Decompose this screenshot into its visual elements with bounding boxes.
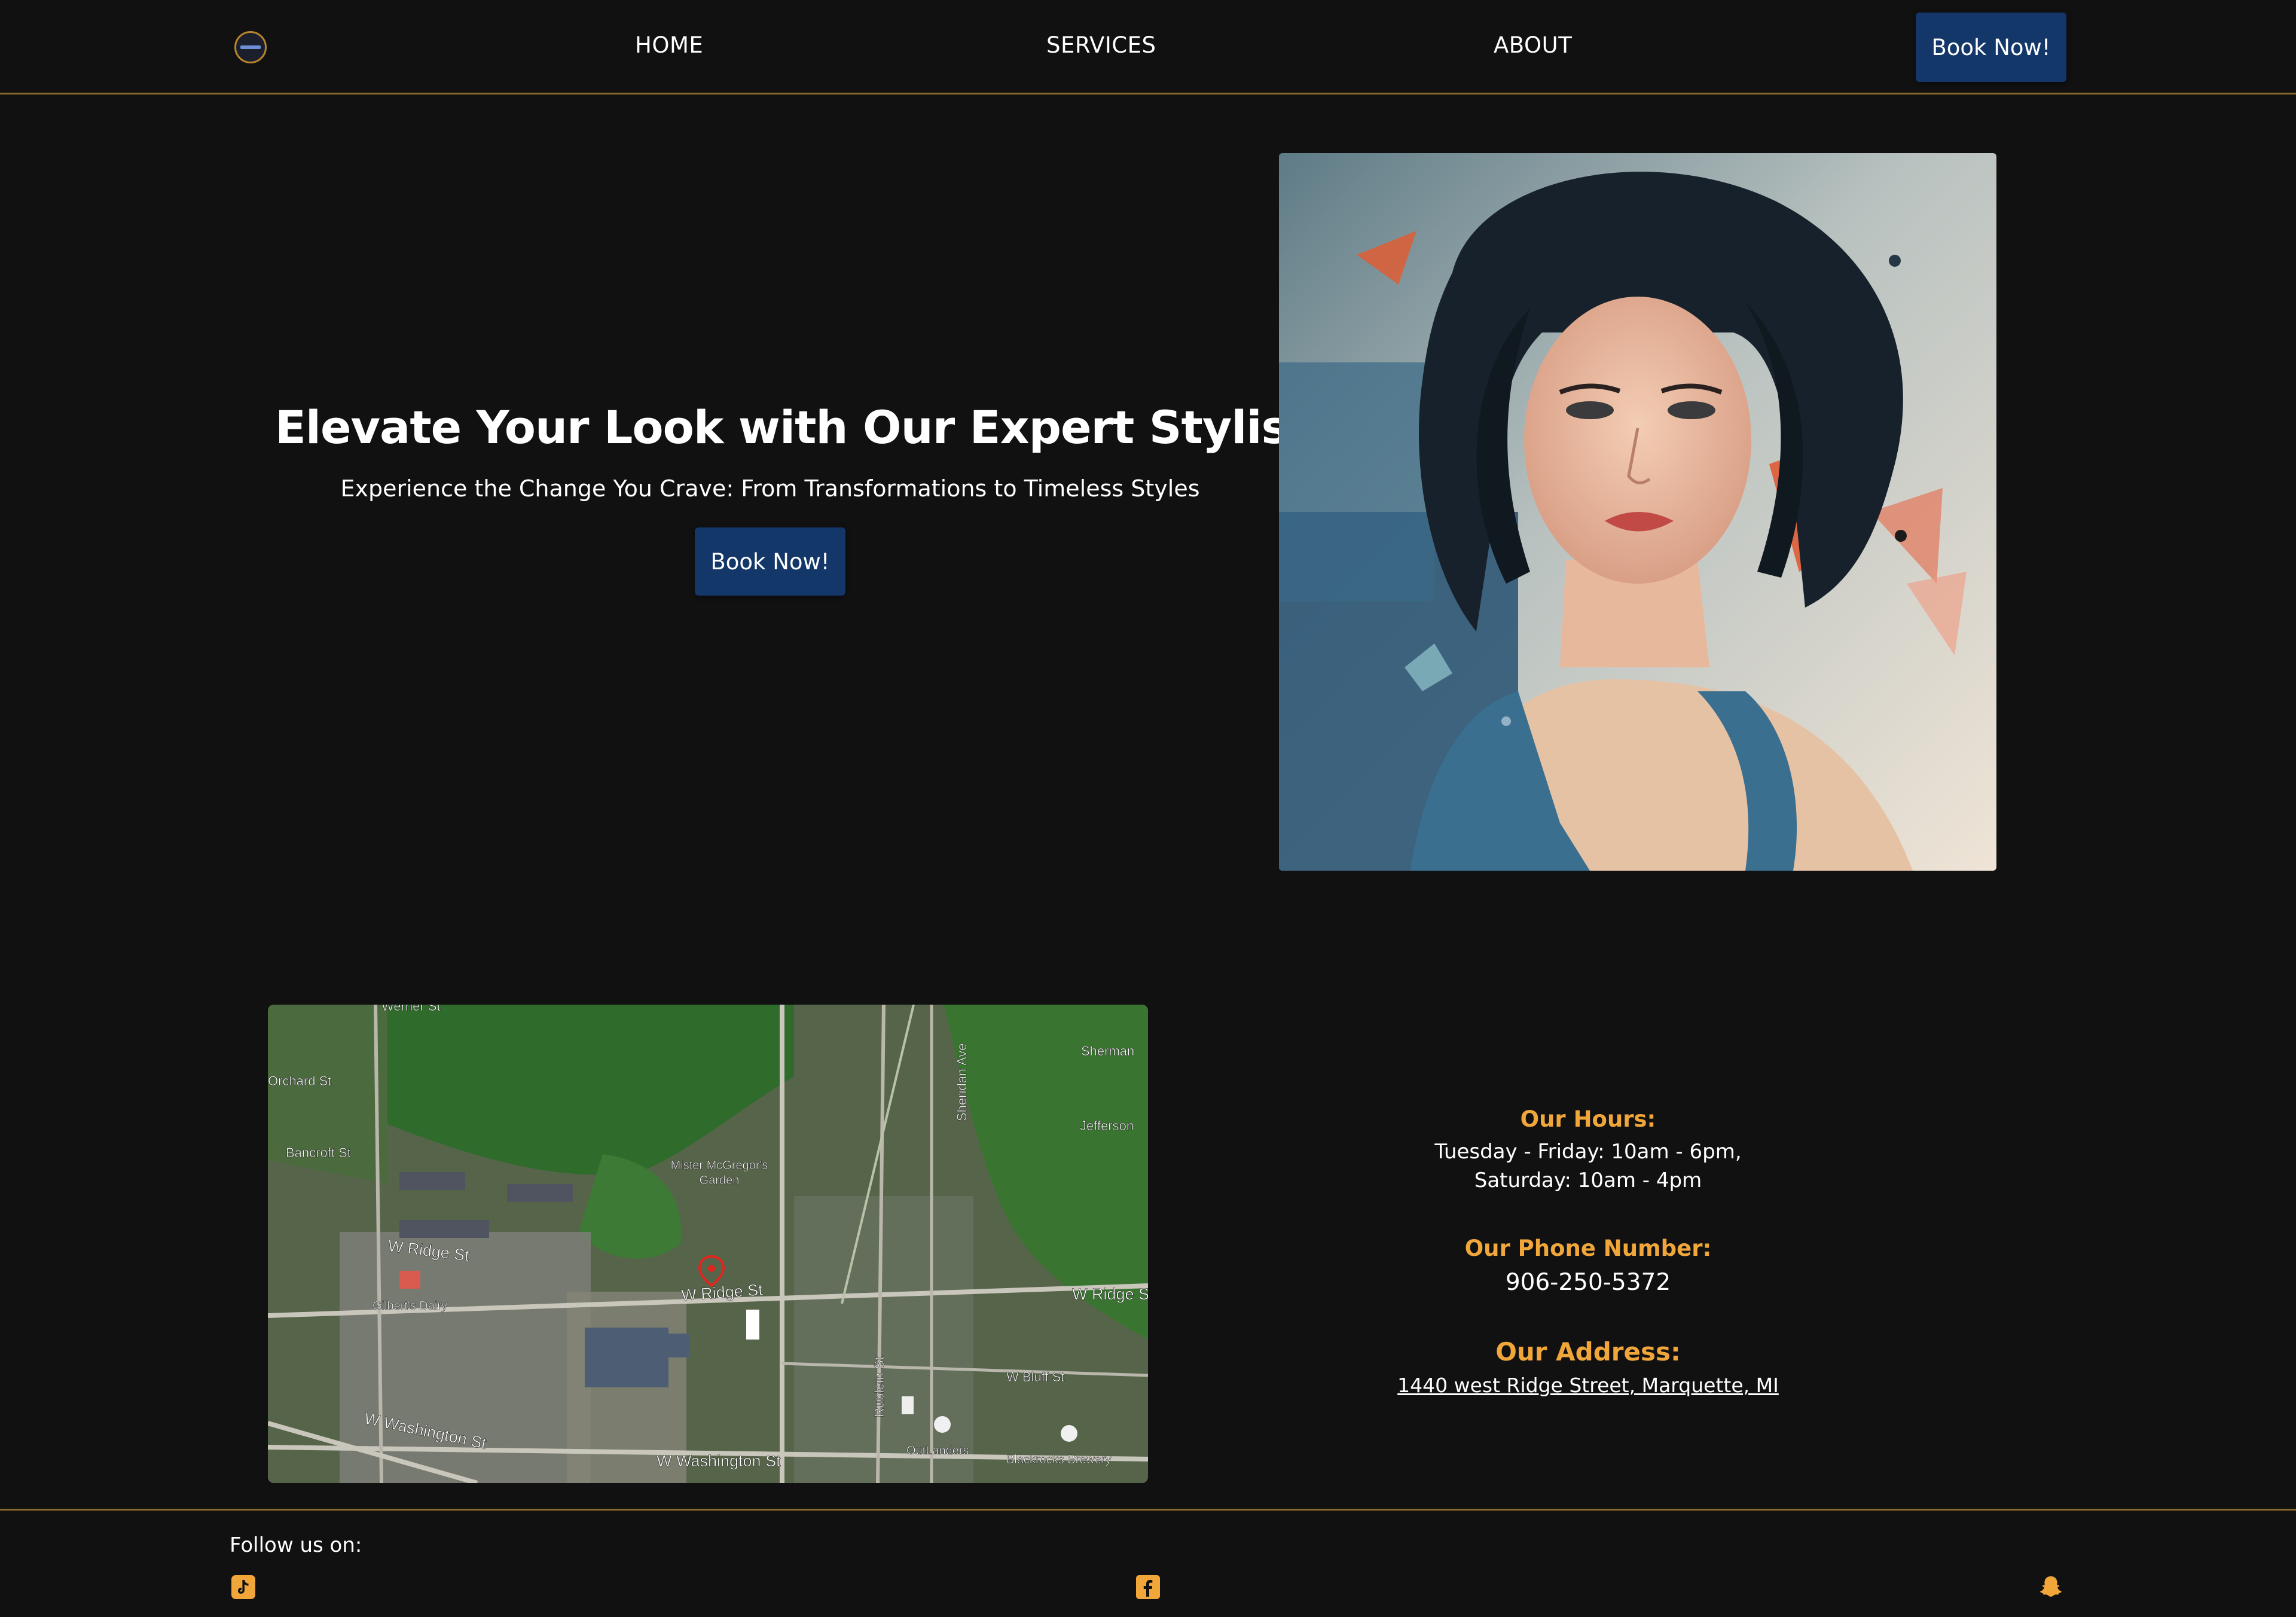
- header-book-now-button[interactable]: Book Now!: [1916, 13, 2066, 82]
- map-label-rublein: Rublein St: [872, 1356, 887, 1417]
- hero-portrait-image: [1279, 153, 1996, 871]
- site-footer: Follow us on:: [0, 1509, 2296, 1617]
- hero-title: Elevate Your Look with Our Expert Stylis…: [275, 401, 1336, 454]
- hero-subtitle: Experience the Change You Crave: From Tr…: [340, 475, 1200, 502]
- nav-home-link[interactable]: HOME: [635, 32, 703, 58]
- map-label-washington-2: W Washington St: [657, 1452, 781, 1470]
- map-label-werner: Werner St: [381, 1005, 441, 1014]
- map-label-gilberts: Gilbert's Dairy: [373, 1299, 447, 1313]
- facebook-icon[interactable]: [1135, 1574, 1161, 1600]
- map-label-mcgregor-2: Garden: [700, 1174, 740, 1187]
- salon-logo[interactable]: [234, 31, 267, 63]
- map-label-blackrocks: Blackrocks Brewery: [1006, 1453, 1112, 1466]
- nav-about-link[interactable]: ABOUT: [1494, 32, 1572, 58]
- address-heading: Our Address:: [1495, 1337, 1681, 1366]
- snapchat-icon[interactable]: [2038, 1574, 2064, 1600]
- map-label-orchard: Orchard St: [268, 1073, 331, 1088]
- map-label-mcgregor-1: Mister McGregor's: [671, 1159, 768, 1172]
- logo-mark: [240, 45, 261, 49]
- map-label-bluff: W Bluff St: [1006, 1369, 1064, 1384]
- hero-book-now-button[interactable]: Book Now!: [695, 527, 845, 596]
- follow-us-label: Follow us on:: [230, 1533, 362, 1557]
- address-link[interactable]: 1440 west Ridge Street, Marquette, MI: [1349, 1374, 1827, 1397]
- hours-saturday: Saturday: 10am - 4pm: [1474, 1168, 1702, 1192]
- hours-heading: Our Hours:: [1520, 1106, 1656, 1132]
- map-label-ridge-3: W Ridge S: [1072, 1285, 1148, 1303]
- phone-heading: Our Phone Number:: [1464, 1235, 1712, 1261]
- phone-number: 906-250-5372: [1505, 1269, 1671, 1296]
- map-label-sheridan: Sheridan Ave: [954, 1044, 969, 1121]
- location-map[interactable]: Werner St Orchard St Bancroft St Sherman…: [268, 1005, 1148, 1483]
- hours-weekday: Tuesday - Friday: 10am - 6pm,: [1434, 1140, 1742, 1164]
- tiktok-icon[interactable]: [230, 1574, 257, 1600]
- map-label-bancroft: Bancroft St: [286, 1145, 351, 1160]
- map-label-jefferson: Jefferson: [1080, 1118, 1134, 1133]
- map-label-outlanders: OutLanders: [906, 1444, 969, 1457]
- nav-services-link[interactable]: SERVICES: [1046, 32, 1156, 58]
- site-header: HOME SERVICES ABOUT Book Now!: [0, 0, 2296, 94]
- map-label-sherman: Sherman: [1081, 1044, 1134, 1058]
